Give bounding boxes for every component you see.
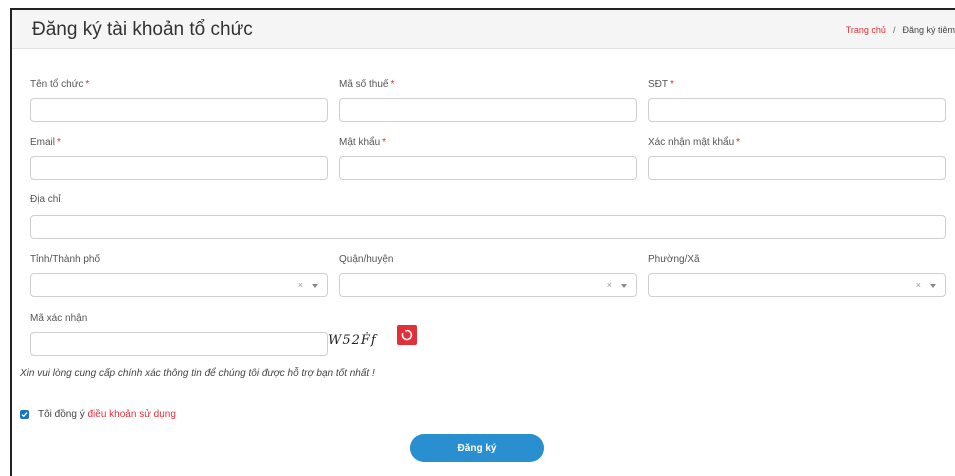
confirm-password-label: Xác nhận mật khẩu * [648, 137, 740, 148]
tax-code-input[interactable] [339, 98, 637, 122]
email-input[interactable] [30, 156, 328, 180]
captcha-refresh-button[interactable] [397, 325, 417, 345]
email-label: Email * [30, 137, 61, 148]
clear-icon[interactable]: × [298, 280, 303, 290]
email-label-text: Email [30, 137, 56, 148]
required-mark: * [382, 137, 387, 148]
chevron-down-icon [312, 284, 318, 288]
captcha-image-text: W52Ḟf [328, 333, 377, 348]
required-mark: * [670, 79, 674, 90]
tax-code-label: Mã số thuế * [339, 79, 394, 90]
phone-label: SĐT * [648, 79, 674, 90]
required-mark: * [85, 79, 90, 90]
breadcrumb: Trang chủ / Đăng ký tiêm [846, 25, 955, 35]
register-button[interactable]: Đăng ký [410, 434, 544, 462]
captcha-label: Mã xác nhận [30, 313, 88, 324]
password-label: Mật khẩu * [339, 137, 386, 148]
phone-label-text: SĐT [648, 79, 668, 90]
ward-label: Phường/Xã [648, 254, 700, 265]
refresh-icon [401, 329, 413, 341]
agree-checkbox[interactable] [20, 410, 29, 419]
breadcrumb-current: Đăng ký tiêm [902, 25, 955, 35]
address-label: Địa chỉ [30, 194, 61, 205]
page-title: Đăng ký tài khoản tổ chức [32, 19, 253, 40]
chevron-down-icon [930, 284, 936, 288]
password-label-text: Mật khẩu [339, 137, 381, 148]
clear-icon[interactable]: × [607, 280, 612, 290]
agree-prefix: Tôi đồng ý [38, 409, 88, 420]
tax-code-label-text: Mã số thuế [339, 79, 389, 90]
address-input[interactable] [30, 215, 946, 239]
password-input[interactable] [339, 156, 637, 180]
chevron-down-icon [621, 284, 627, 288]
district-select[interactable]: × [339, 273, 637, 297]
ward-select[interactable]: × [648, 273, 946, 297]
page-frame: Đăng ký tài khoản tổ chức Trang chủ / Đăng… [10, 8, 955, 476]
province-select[interactable]: × [30, 273, 328, 297]
district-label: Quận/huyện [339, 254, 394, 265]
org-name-label: Tên tổ chức * [30, 79, 89, 90]
check-icon [21, 412, 28, 418]
captcha-input[interactable] [30, 332, 328, 356]
org-name-label-text: Tên tổ chức [30, 79, 84, 90]
terms-link[interactable]: điều khoản sử dụng [87, 409, 175, 420]
required-mark: * [57, 137, 61, 148]
breadcrumb-home-link[interactable]: Trang chủ [846, 25, 886, 35]
required-mark: * [390, 79, 395, 90]
phone-input[interactable] [648, 98, 946, 122]
confirm-password-input[interactable] [648, 156, 946, 180]
page-header: Đăng ký tài khoản tổ chức Trang chủ / Đăng… [12, 10, 955, 49]
required-mark: * [736, 137, 741, 148]
info-note: Xin vui lòng cung cấp chính xác thông ti… [20, 368, 375, 379]
clear-icon[interactable]: × [916, 280, 921, 290]
breadcrumb-separator: / [892, 25, 896, 35]
confirm-password-label-text: Xác nhận mật khẩu [648, 137, 735, 148]
province-label: Tỉnh/Thành phố [30, 254, 101, 265]
org-name-input[interactable] [30, 98, 328, 122]
agree-label: Tôi đồng ý điều khoản sử dụng [38, 409, 176, 420]
